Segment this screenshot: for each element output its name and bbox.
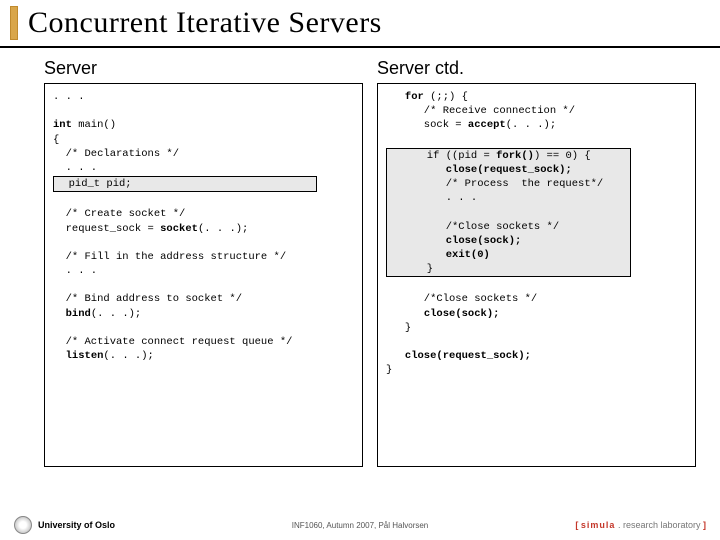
left-code-box: . . . int main() { /* Declarations */ . … bbox=[44, 83, 363, 467]
code-line: (. . .); bbox=[506, 119, 556, 131]
code-kw: for bbox=[386, 91, 424, 103]
code-line: main() bbox=[72, 119, 116, 131]
title-bar: Concurrent Iterative Servers bbox=[0, 0, 720, 48]
code-line bbox=[386, 308, 424, 320]
content-area: Server . . . int main() { /* Declaration… bbox=[0, 48, 720, 467]
lab-text: research laboratory bbox=[623, 520, 701, 530]
slide-title: Concurrent Iterative Servers bbox=[28, 6, 720, 40]
footer-right: [ simula . research laboratory ] bbox=[575, 520, 706, 530]
code-line: { bbox=[53, 134, 59, 146]
code-line: /* Bind address to socket */ bbox=[53, 293, 242, 305]
footer: University of Oslo INF1060, Autumn 2007,… bbox=[0, 516, 720, 534]
code-line: /* Fill in the address structure */ bbox=[53, 251, 286, 263]
code-line: request_sock = bbox=[53, 223, 160, 235]
code-fn: close(request_sock); bbox=[446, 164, 572, 176]
code-line: . . . bbox=[53, 162, 97, 174]
dot-text: . bbox=[615, 520, 623, 530]
code-line: (. . .); bbox=[91, 308, 141, 320]
university-name: University of Oslo bbox=[38, 520, 115, 530]
code-line bbox=[386, 350, 405, 362]
code-line bbox=[389, 206, 628, 218]
code-line: . . . bbox=[53, 91, 85, 103]
code-line: /* Create socket */ bbox=[53, 208, 185, 220]
code-line: } bbox=[386, 364, 392, 376]
right-heading: Server ctd. bbox=[377, 58, 696, 79]
code-line: /* Process the request*/ bbox=[389, 178, 622, 190]
right-column: Server ctd. for (;;) { /* Receive connec… bbox=[377, 58, 696, 467]
code-fn: accept bbox=[468, 119, 506, 131]
bracket-close: ] bbox=[701, 520, 707, 530]
code-line: (. . .); bbox=[103, 350, 153, 362]
footer-left: University of Oslo bbox=[14, 516, 115, 534]
code-fn: close(sock); bbox=[446, 235, 522, 247]
code-fn: listen bbox=[66, 350, 104, 362]
title-accent bbox=[10, 6, 18, 40]
code-line bbox=[389, 235, 446, 247]
code-line bbox=[521, 235, 622, 247]
code-line: /* Declarations */ bbox=[53, 148, 179, 160]
code-line bbox=[572, 164, 622, 176]
code-line: /* Activate connect request queue */ bbox=[53, 336, 292, 348]
code-line bbox=[53, 350, 66, 362]
code-line: } bbox=[386, 322, 411, 334]
code-fn: bind bbox=[66, 308, 91, 320]
code-line: . . . bbox=[53, 265, 97, 277]
code-line bbox=[389, 164, 446, 176]
code-line: . . . bbox=[389, 192, 628, 204]
footer-center: INF1060, Autumn 2007, Pål Halvorsen bbox=[292, 521, 429, 530]
code-line bbox=[53, 308, 66, 320]
right-code-box: for (;;) { /* Receive connection */ sock… bbox=[377, 83, 696, 467]
code-line bbox=[389, 249, 446, 261]
code-fn: socket bbox=[160, 223, 198, 235]
code-kw: int bbox=[53, 119, 72, 131]
code-line: (;;) { bbox=[424, 91, 468, 103]
code-fn: close(request_sock); bbox=[405, 350, 531, 362]
left-heading: Server bbox=[44, 58, 363, 79]
code-line bbox=[490, 249, 622, 261]
code-line: /*Close sockets */ bbox=[386, 293, 537, 305]
highlight-box-pid: pid_t pid; bbox=[53, 176, 317, 192]
simula-text: simula bbox=[581, 520, 616, 530]
code-line: /* Receive connection */ bbox=[386, 105, 575, 117]
code-line: pid_t pid; bbox=[56, 178, 314, 190]
code-line: } bbox=[389, 263, 628, 275]
university-seal-icon bbox=[14, 516, 32, 534]
code-line: sock = bbox=[386, 119, 468, 131]
code-line: if ((pid = bbox=[389, 150, 496, 162]
code-fn: fork() bbox=[496, 150, 534, 162]
code-fn: close(sock); bbox=[424, 308, 500, 320]
left-column: Server . . . int main() { /* Declaration… bbox=[44, 58, 363, 467]
highlight-box-fork: if ((pid = fork()) == 0) { close(request… bbox=[386, 148, 631, 278]
code-line: /*Close sockets */ bbox=[389, 221, 628, 233]
code-line: (. . .); bbox=[198, 223, 248, 235]
code-line: ) == 0) { bbox=[534, 150, 616, 162]
code-fn: exit(0) bbox=[446, 249, 490, 261]
